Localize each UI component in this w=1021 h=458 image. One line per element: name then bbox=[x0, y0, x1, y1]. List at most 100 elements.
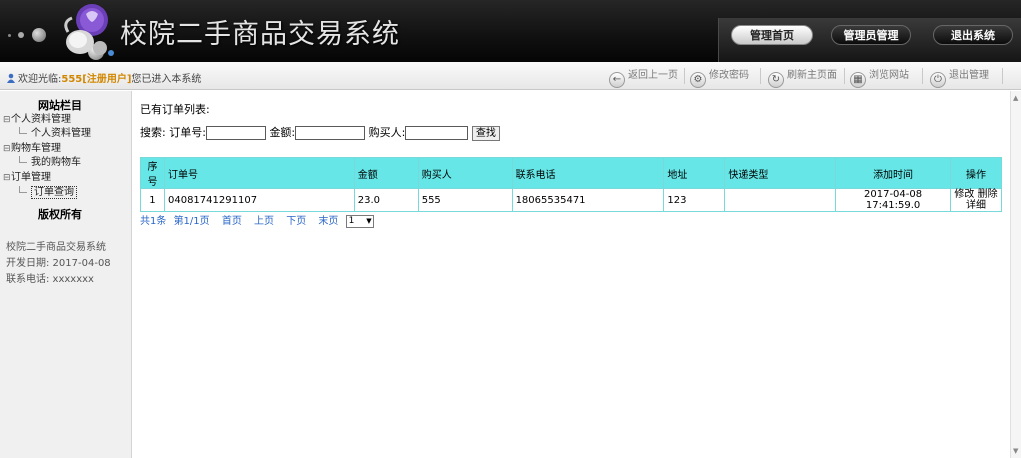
pager-total: 共1条 bbox=[140, 216, 167, 227]
page-select[interactable]: 1 ▼ bbox=[345, 215, 374, 228]
pager-prev-link[interactable]: 上页 bbox=[254, 216, 274, 227]
tree-connector bbox=[19, 156, 27, 163]
sidebar: 网站栏目 ⊟个人资料管理 个人资料管理 ⊟购物车管理 我的购物车 ⊟订单管理 订… bbox=[0, 91, 132, 458]
refresh-button[interactable]: ↻ 刷新主页面 bbox=[768, 67, 837, 88]
toolbar-divider bbox=[684, 68, 685, 84]
sidebar-item-label: 我的购物车 bbox=[31, 157, 81, 168]
buyer-label: 购买人: bbox=[368, 126, 406, 139]
col-header-actions: 操作 bbox=[950, 157, 1002, 189]
refresh-icon: ↻ bbox=[768, 72, 784, 88]
logo-icon bbox=[64, 4, 108, 55]
nav-home-button[interactable]: 管理首页 bbox=[731, 25, 813, 45]
table-header-row: 序号 订单号 金额 购买人 联系电话 地址 快递类型 添加时间 操作 bbox=[140, 157, 1002, 189]
collapse-icon: ⊟ bbox=[3, 173, 11, 183]
sidebar-group-label: 个人资料管理 bbox=[11, 114, 71, 125]
cell-added-time: 2017-04-08 17:41:59.0 bbox=[835, 188, 952, 212]
scroll-up-icon[interactable]: ▲ bbox=[1013, 94, 1018, 102]
welcome-prefix: 欢迎光临: bbox=[18, 74, 62, 85]
chevron-down-icon: ▼ bbox=[366, 217, 372, 225]
change-password-button[interactable]: ⚙ 修改密码 bbox=[690, 67, 749, 88]
user-icon bbox=[7, 73, 15, 83]
sidebar-item-label: 订单查询 bbox=[31, 186, 77, 199]
table-row: 1 04081741291107 23.0 555 18065535471 12… bbox=[140, 188, 1002, 212]
pager-first-link[interactable]: 首页 bbox=[222, 216, 242, 227]
back-button[interactable]: ← 返回上一页 bbox=[609, 67, 678, 88]
delete-link[interactable]: 删除 bbox=[978, 189, 998, 200]
cell-index: 1 bbox=[140, 188, 165, 212]
toolbar-divider bbox=[1002, 68, 1003, 84]
scrollbar[interactable]: ▲ ▼ bbox=[1010, 91, 1021, 458]
app-title: 校院二手商品交易系统 bbox=[120, 19, 400, 50]
col-header-added-time: 添加时间 bbox=[835, 157, 952, 189]
cell-buyer: 555 bbox=[417, 188, 513, 212]
key-icon: ⚙ bbox=[690, 72, 706, 88]
sidebar-group-profile[interactable]: ⊟个人资料管理 bbox=[3, 113, 71, 127]
sidebar-item-my-cart[interactable]: 我的购物车 bbox=[19, 156, 81, 169]
sidebar-item-label: 个人资料管理 bbox=[31, 128, 91, 139]
pager-last-link[interactable]: 末页 bbox=[318, 216, 338, 227]
sidebar-group-orders[interactable]: ⊟订单管理 bbox=[3, 171, 51, 185]
toolbar-divider bbox=[922, 68, 923, 84]
detail-link[interactable]: 详细 bbox=[966, 200, 986, 211]
browse-site-button[interactable]: ▦ 浏览网站 bbox=[850, 67, 909, 88]
browse-icon: ▦ bbox=[850, 72, 866, 88]
nav-admin-management-button[interactable]: 管理员管理 bbox=[831, 25, 911, 45]
cell-order-no: 04081741291107 bbox=[163, 188, 355, 212]
order-list-title: 已有订单列表: bbox=[140, 103, 210, 116]
welcome-message: 欢迎光临:555[注册用户]您已进入本系统 bbox=[6, 70, 201, 85]
order-no-input[interactable] bbox=[205, 126, 266, 140]
cell-express bbox=[724, 188, 837, 212]
buyer-input[interactable] bbox=[405, 126, 469, 140]
pager-next-link[interactable]: 下页 bbox=[286, 216, 306, 227]
sidebar-group-cart[interactable]: ⊟购物车管理 bbox=[3, 142, 61, 156]
current-user-role[interactable]: [注册用户] bbox=[82, 74, 131, 85]
sidebar-item-profile[interactable]: 个人资料管理 bbox=[19, 127, 91, 140]
copyright-label: 版权所有 bbox=[38, 208, 82, 221]
tree-connector bbox=[19, 186, 27, 193]
col-header-amount: 金额 bbox=[353, 157, 419, 189]
search-bar: 搜索: 订单号: 金额: 购买人: 查找 bbox=[140, 124, 500, 141]
edit-link[interactable]: 修改 bbox=[954, 189, 974, 200]
logout-button[interactable]: ⏻ 退出管理 bbox=[930, 67, 989, 88]
nav-exit-system-button[interactable]: 退出系统 bbox=[933, 25, 1013, 45]
scroll-down-icon[interactable]: ▼ bbox=[1013, 447, 1018, 455]
main-content: 已有订单列表: 搜索: 订单号: 金额: 购买人: 查找 序号 订单号 金额 购… bbox=[133, 91, 1010, 458]
search-button[interactable]: 查找 bbox=[471, 125, 500, 141]
order-no-label: 订单号: bbox=[169, 126, 206, 139]
col-header-index: 序号 bbox=[140, 157, 165, 189]
pager-page-info: 第1/1页 bbox=[173, 216, 210, 227]
col-header-buyer: 购买人 bbox=[417, 157, 513, 189]
cell-actions: 修改 删除 详细 bbox=[950, 188, 1002, 212]
sidebar-group-label: 订单管理 bbox=[11, 172, 51, 183]
orders-table: 序号 订单号 金额 购买人 联系电话 地址 快递类型 添加时间 操作 1 040… bbox=[140, 157, 1002, 212]
browse-site-label: 浏览网站 bbox=[869, 70, 909, 81]
collapse-icon: ⊟ bbox=[3, 115, 11, 125]
search-label: 搜索: bbox=[140, 126, 166, 139]
refresh-label: 刷新主页面 bbox=[787, 70, 837, 81]
toolbar-divider bbox=[760, 68, 761, 84]
back-label: 返回上一页 bbox=[628, 70, 678, 81]
pagination: 共1条 第1/1页 首页 上页 下页 末页 1 ▼ bbox=[140, 212, 383, 228]
amount-input[interactable] bbox=[295, 126, 366, 140]
col-header-express: 快递类型 bbox=[724, 157, 837, 189]
cell-phone: 18065535471 bbox=[511, 188, 665, 212]
back-arrow-icon: ← bbox=[609, 72, 625, 88]
welcome-suffix: 您已进入本系统 bbox=[131, 74, 202, 85]
col-header-address: 地址 bbox=[663, 157, 726, 189]
cell-address: 123 bbox=[663, 188, 726, 212]
development-date: 开发日期: 2017-04-08 bbox=[6, 258, 111, 269]
current-username: 555 bbox=[61, 74, 83, 85]
change-password-label: 修改密码 bbox=[709, 70, 749, 81]
sidebar-item-order-query[interactable]: 订单查询 bbox=[19, 186, 77, 199]
contact-phone: 联系电话: xxxxxxx bbox=[6, 274, 94, 285]
system-name: 校院二手商品交易系统 bbox=[6, 242, 106, 253]
col-header-order-no: 订单号 bbox=[163, 157, 355, 189]
toolbar: 欢迎光临:555[注册用户]您已进入本系统 ← 返回上一页 ⚙ 修改密码 ↻ 刷新主页… bbox=[0, 62, 1021, 90]
col-header-phone: 联系电话 bbox=[511, 157, 665, 189]
power-icon: ⏻ bbox=[930, 72, 946, 88]
cell-amount: 23.0 bbox=[353, 188, 419, 212]
collapse-icon: ⊟ bbox=[3, 144, 11, 154]
tree-connector bbox=[19, 127, 27, 134]
page-select-value: 1 bbox=[348, 216, 355, 226]
header-banner: 校院二手商品交易系统 管理首页 管理员管理 退出系统 bbox=[0, 0, 1021, 62]
